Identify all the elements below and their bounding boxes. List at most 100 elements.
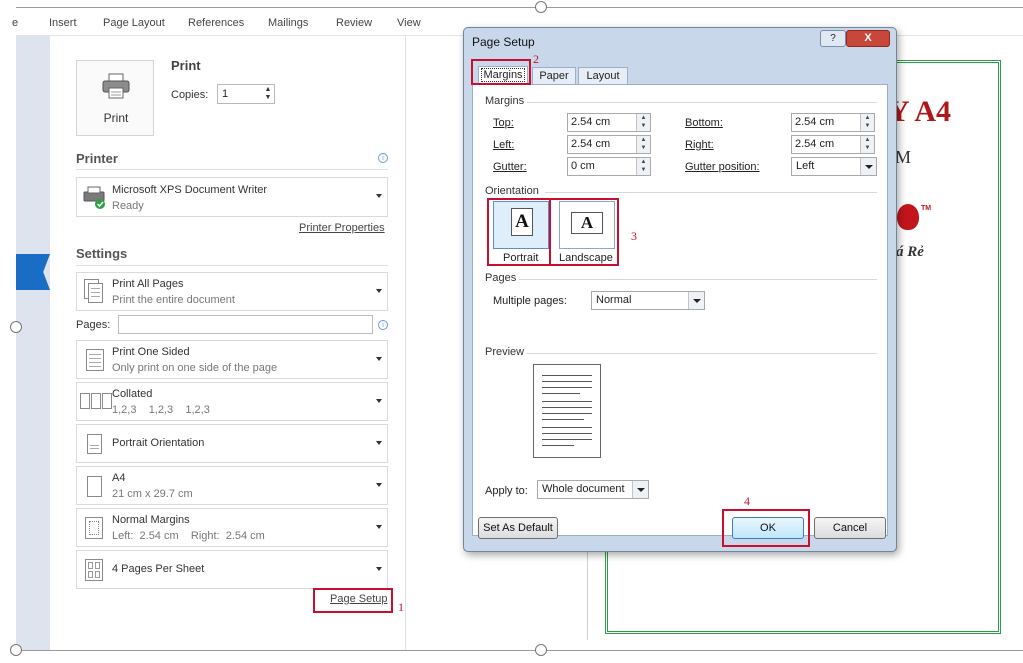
print-range-dropdown[interactable]: Print All Pages Print the entire documen… [76,272,388,311]
spinner-icon[interactable]: ▲ ▼ [860,114,874,131]
divider [76,169,388,170]
copies-label: Copies: [171,89,209,101]
ribbon-tab-references[interactable]: References [188,17,244,29]
print-button[interactable]: Print [76,60,154,136]
annotation-box-ok [722,509,810,547]
resize-handle[interactable] [10,321,22,333]
margins-group-label: Margins [485,95,525,107]
apply-to-label: Apply to: [485,485,528,497]
portrait-icon [82,431,106,457]
printer-properties-link[interactable]: Printer Properties [299,222,385,234]
annotation-number: 2 [533,52,539,66]
annotation-box-portrait [487,198,551,266]
divider [519,279,877,280]
orientation-dropdown[interactable]: Portrait Orientation [76,424,388,463]
panel-divider [405,36,406,650]
printer-icon [102,73,130,99]
gutter-position-value: Left [796,160,815,172]
frame-bottom-edge [16,650,1023,651]
apply-to-select[interactable]: Whole document [537,480,649,499]
paper-size-icon [82,473,106,499]
margins-icon [82,515,106,541]
print-button-label: Print [103,111,129,125]
document-subheading-text: M [895,147,912,167]
margins-dropdown[interactable]: Normal Margins Left: 2.54 cm Right: 2.54… [76,508,388,547]
orientation-group-label: Orientation [485,185,539,197]
multiple-pages-select[interactable]: Normal [591,291,705,310]
chevron-down-icon [376,357,382,361]
apple-logo-icon [897,204,919,230]
info-icon[interactable]: i [378,320,388,330]
ribbon-tab-view[interactable]: View [397,17,421,29]
spinner-icon[interactable]: ▲ ▼ [636,114,650,131]
printer-status: Ready [112,200,144,212]
print-section-title: Print [171,58,201,73]
pages-input[interactable] [118,315,373,334]
print-backstage-panel: Print Print Copies: 1 ▲ ▼ Printer i Micro… [50,36,405,650]
chevron-down-icon [632,481,648,498]
top-margin-input[interactable]: 2.54 cm ▲ ▼ [567,113,651,132]
ribbon-tab-page-layout[interactable]: Page Layout [103,17,165,29]
ribbon-tab-partial[interactable]: e [12,17,18,29]
setting-main-text: Portrait Orientation [112,437,205,449]
chevron-down-icon [376,567,382,571]
dialog-title: Page Setup [472,35,535,49]
chevron-down-icon [376,194,382,198]
resize-handle[interactable] [10,644,22,656]
setting-main-text: Collated [112,388,153,400]
bottom-margin-input[interactable]: 2.54 cm ▲ ▼ [791,113,875,132]
divider [527,353,877,354]
printer-name: Microsoft XPS Document Writer [112,184,268,196]
pages-per-sheet-icon [82,557,106,583]
setting-sub-text: Only print on one side of the page [112,362,278,374]
copies-value: 1 [222,88,229,100]
gutter-input[interactable]: 0 cm ▲ ▼ [567,157,651,176]
multiple-pages-label: Multiple pages: [493,295,567,307]
trademark-mark: TM [921,205,932,212]
annotation-box-page-setup [313,588,393,613]
gutter-value: 0 cm [571,160,595,172]
printer-dropdown[interactable]: Microsoft XPS Document Writer Ready [76,177,388,217]
printer-section-title: Printer [76,151,118,166]
gutter-position-select[interactable]: Left [791,157,877,176]
resize-handle[interactable] [535,644,547,656]
gutter-position-label: Gutter position: [685,161,760,173]
paper-size-dropdown[interactable]: A4 21 cm x 29.7 cm [76,466,388,505]
annotation-number: 1 [398,600,404,614]
divider [527,102,877,103]
right-margin-input[interactable]: 2.54 cm ▲ ▼ [791,135,875,154]
cancel-button[interactable]: Cancel [814,517,886,539]
preview-group-label: Preview [485,346,525,358]
ribbon-tab-review[interactable]: Review [336,17,372,29]
sides-dropdown[interactable]: Print One Sided Only print on one side o… [76,340,388,379]
chevron-down-icon [376,399,382,403]
left-margin-input[interactable]: 2.54 cm ▲ ▼ [567,135,651,154]
document-heading-text: Y A4 [888,95,952,128]
setting-main-text: Print One Sided [112,346,190,358]
copies-input[interactable]: 1 ▲ ▼ [217,84,275,104]
setting-sub-text: 21 cm x 29.7 cm [112,488,193,500]
pages-per-sheet-dropdown[interactable]: 4 Pages Per Sheet [76,550,388,589]
chevron-down-icon [376,525,382,529]
spinner-icon[interactable]: ▲ ▼ [860,136,874,153]
help-icon[interactable]: ? [820,30,846,47]
ribbon-tab-mailings[interactable]: Mailings [268,17,308,29]
top-label: Top: [493,117,514,129]
spinner-icon[interactable]: ▲ ▼ [636,136,650,153]
top-margin-value: 2.54 cm [571,116,611,128]
set-as-default-button[interactable]: Set As Default [478,517,558,539]
close-icon[interactable]: X [846,30,890,47]
collation-dropdown[interactable]: Collated 1,2,3 1,2,3 1,2,3 [76,382,388,421]
pages-label: Pages: [76,319,111,331]
setting-main-text: Normal Margins [112,514,190,526]
resize-handle[interactable] [535,1,547,13]
setting-main-text: 4 Pages Per Sheet [112,563,205,575]
spinner-icon[interactable]: ▲ ▼ [636,158,650,175]
document-tagline-text: á Rẻ [896,244,924,260]
page-setup-dialog: Page Setup ? X Margins Paper Layout Marg… [463,27,897,552]
ribbon-tab-insert[interactable]: Insert [49,17,77,29]
bottom-label: Bottom: [685,117,723,129]
setting-sub-text: Print the entire document [112,294,235,306]
copies-spinner-icon[interactable]: ▲ ▼ [263,86,273,102]
info-icon[interactable]: i [378,153,388,163]
